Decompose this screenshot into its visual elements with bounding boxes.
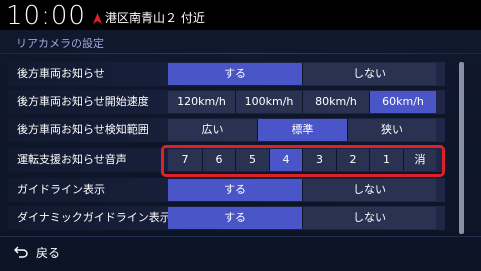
option-on[interactable]: する [168,179,302,201]
status-bar: 10:00 港区南青山２ 付近 [0,0,481,31]
option-off[interactable]: しない [302,63,436,85]
option-on[interactable]: する [168,207,302,229]
option-off[interactable]: しない [302,179,436,201]
back-arrow-icon [14,246,28,258]
setting-label: 運転支援お知らせ音声 [17,153,127,166]
setting-label: 後方車両お知らせ検知範囲 [17,123,149,136]
setting-row-detection-range: 後方車両お知らせ検知範囲 広い 標準 狭い [8,118,445,142]
option-narrow[interactable]: 狭い [347,119,436,141]
setting-label: 後方車両お知らせ [17,67,105,80]
highlight-frame [161,145,445,177]
setting-row-dynamic-guideline: ダイナミックガイドライン表示 する しない [8,206,445,230]
option-80kmh[interactable]: 80km/h [302,91,369,113]
setting-label: ガイドライン表示 [17,183,105,196]
option-120kmh[interactable]: 120km/h [168,91,235,113]
setting-label: ダイナミックガイドライン表示 [17,211,171,224]
option-off[interactable]: しない [302,207,436,229]
setting-label: 後方車両お知らせ開始速度 [17,95,149,108]
option-wide[interactable]: 広い [168,119,257,141]
title-divider [0,53,481,54]
footer-divider [0,236,481,237]
setting-row-rear-vehicle-notify: 後方車両お知らせ する しない [8,62,445,86]
scrollbar-thumb[interactable] [459,62,464,234]
page-title: リアカメラの設定 [16,37,104,50]
setting-row-notify-start-speed: 後方車両お知らせ開始速度 120km/h 100km/h 80km/h 60km… [8,90,445,114]
option-standard[interactable]: 標準 [257,119,347,141]
option-on[interactable]: する [168,63,302,85]
clock: 10:00 [6,1,86,31]
current-location: 港区南青山２ 付近 [105,11,205,25]
location-arrow-icon [93,13,102,24]
setting-row-guideline: ガイドライン表示 する しない [8,178,445,202]
back-label: 戻る [36,246,61,260]
option-100kmh[interactable]: 100km/h [235,91,302,113]
option-60kmh[interactable]: 60km/h [369,91,436,113]
